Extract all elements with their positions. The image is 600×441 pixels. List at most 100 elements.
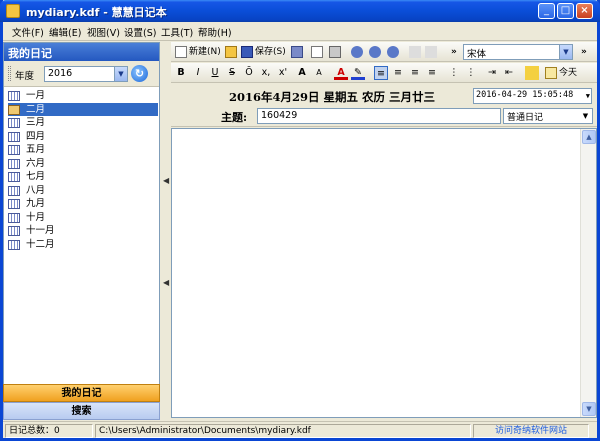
- toolbar-overflow[interactable]: »: [451, 45, 457, 59]
- minimize-button[interactable]: _: [538, 3, 555, 19]
- open-button[interactable]: [225, 45, 239, 59]
- toolbar-grip[interactable]: [8, 66, 11, 81]
- file-path: C:\Users\Administrator\Documents\mydiary…: [95, 424, 471, 438]
- window-title: mydiary.kdf - 慧慧日记本: [26, 6, 167, 19]
- app-icon[interactable]: [6, 4, 20, 18]
- open-book-icon: [8, 104, 20, 115]
- refresh-icon[interactable]: ↻: [131, 65, 148, 82]
- font-select[interactable]: 宋体 ▼: [463, 44, 573, 60]
- print-button[interactable]: [329, 45, 343, 59]
- align-right-icon[interactable]: ≡: [408, 66, 422, 80]
- font-color-button[interactable]: A: [334, 66, 348, 80]
- calendar-icon: [8, 185, 20, 196]
- collapse-left-icon[interactable]: ◀: [163, 176, 169, 185]
- export-button[interactable]: [291, 45, 305, 59]
- diary-count: 日记总数：0: [5, 424, 93, 438]
- today-button[interactable]: 今天: [545, 66, 577, 80]
- save-button[interactable]: 保存(S): [241, 45, 286, 59]
- chevron-down-icon[interactable]: ▼: [586, 89, 590, 103]
- datetime-picker[interactable]: 2016-04-29 15:05:48 ▼: [473, 88, 592, 104]
- menu-tools[interactable]: 工具(T): [161, 25, 193, 39]
- align-left-icon[interactable]: ≡: [374, 66, 388, 80]
- justify-icon[interactable]: ≡: [425, 66, 439, 80]
- month-item[interactable]: 一月: [8, 89, 158, 103]
- menu-file[interactable]: 文件(F): [12, 25, 44, 39]
- pane-header: 我的日记: [4, 43, 159, 61]
- menu-view[interactable]: 视图(V): [87, 25, 120, 39]
- diary-navigation-pane: 我的日记 年度 2016 ▼ ↻ 一月 二月 三月 四月 五月 六月 七月 八月…: [3, 42, 160, 420]
- background-color-icon[interactable]: [525, 66, 539, 80]
- bold-button[interactable]: B: [174, 66, 188, 80]
- vertical-scrollbar[interactable]: ▲ ▼: [580, 129, 596, 417]
- copy-button[interactable]: [425, 45, 439, 59]
- print-preview-button[interactable]: [311, 45, 325, 59]
- numbered-list-icon[interactable]: ⋮: [464, 66, 478, 80]
- month-item-selected[interactable]: 二月: [8, 102, 158, 116]
- menu-help[interactable]: 帮助(H): [198, 25, 232, 39]
- year-bar: 年度 2016 ▼ ↻: [4, 61, 159, 87]
- collapse-left-icon[interactable]: ◀: [163, 278, 169, 287]
- overline-button[interactable]: Ō: [242, 66, 256, 80]
- copy-icon: [425, 45, 437, 58]
- chevron-down-icon[interactable]: ▼: [580, 109, 591, 123]
- find-next-button[interactable]: [387, 45, 401, 59]
- maximize-button[interactable]: □: [557, 3, 574, 19]
- cut-button[interactable]: [409, 45, 423, 59]
- superscript-button[interactable]: x': [276, 66, 290, 80]
- toolbar-overflow[interactable]: »: [581, 45, 587, 59]
- month-item[interactable]: 九月: [8, 197, 158, 211]
- month-item[interactable]: 十月: [8, 211, 158, 225]
- year-select[interactable]: 2016 ▼: [44, 66, 128, 82]
- month-list: 一月 二月 三月 四月 五月 六月 七月 八月 九月 十月 十一月 十二月: [8, 89, 158, 251]
- category-select[interactable]: 普通日记 ▼: [503, 108, 593, 124]
- year-label: 年度: [15, 71, 35, 82]
- chevron-down-icon[interactable]: ▼: [114, 67, 127, 81]
- menu-edit[interactable]: 编辑(E): [49, 25, 81, 39]
- website-link[interactable]: 访问奇纳软件网站: [473, 424, 589, 438]
- tab-search[interactable]: 搜索: [3, 402, 160, 420]
- highlight-icon[interactable]: ✎: [351, 66, 365, 80]
- binoculars-icon: [351, 45, 363, 58]
- month-item[interactable]: 三月: [8, 116, 158, 130]
- format-toolbar: B I U S Ō x, x' A A A ✎ ≡ ≡ ≡ ≡ ⋮ ⋮ ⇥ ⇤ …: [171, 63, 597, 83]
- underline-button[interactable]: U: [208, 66, 222, 80]
- month-item[interactable]: 四月: [8, 130, 158, 144]
- scroll-down-button[interactable]: ▼: [582, 402, 596, 416]
- close-button[interactable]: ×: [576, 3, 593, 19]
- subscript-button[interactable]: x,: [259, 66, 273, 80]
- italic-button[interactable]: I: [191, 66, 205, 80]
- scroll-up-button[interactable]: ▲: [582, 130, 596, 144]
- new-button[interactable]: 新建(N): [175, 45, 221, 59]
- bullet-list-icon[interactable]: ⋮: [447, 66, 461, 80]
- outdent-icon[interactable]: ⇤: [502, 66, 516, 80]
- replace-button[interactable]: [369, 45, 383, 59]
- month-item[interactable]: 五月: [8, 143, 158, 157]
- month-item[interactable]: 六月: [8, 157, 158, 171]
- subject-value: 160429: [261, 110, 298, 121]
- month-item[interactable]: 七月: [8, 170, 158, 184]
- status-bar: 日记总数：0 C:\Users\Administrator\Documents\…: [3, 421, 597, 438]
- shrink-font-button[interactable]: A: [312, 66, 326, 80]
- month-item[interactable]: 十一月: [8, 224, 158, 238]
- pane-splitter[interactable]: ◀ ◀: [161, 42, 170, 420]
- grow-font-button[interactable]: A: [295, 66, 309, 80]
- strikethrough-button[interactable]: S: [225, 66, 239, 80]
- month-item[interactable]: 八月: [8, 184, 158, 198]
- chevron-down-icon[interactable]: ▼: [559, 45, 572, 59]
- indent-icon[interactable]: ⇥: [485, 66, 499, 80]
- diary-editor[interactable]: ▲ ▼: [171, 128, 597, 418]
- save-icon: [241, 45, 253, 58]
- entry-date: 2016年4月29日 星期五 农历 三月廿三: [229, 90, 436, 104]
- align-center-icon[interactable]: ≡: [391, 66, 405, 80]
- entry-header: 2016年4月29日 星期五 农历 三月廿三 2016-04-29 15:05:…: [171, 85, 597, 127]
- calendar-icon: [8, 172, 20, 182]
- find-next-icon: [387, 45, 399, 58]
- tab-my-diary[interactable]: 我的日记: [3, 384, 160, 402]
- month-item[interactable]: 十二月: [8, 238, 158, 252]
- title-bar[interactable]: mydiary.kdf - 慧慧日记本 _ □ ×: [0, 0, 600, 22]
- category-value: 普通日记: [507, 113, 544, 123]
- subject-input[interactable]: 160429: [257, 108, 501, 124]
- find-button[interactable]: [351, 45, 365, 59]
- year-value: 2016: [48, 68, 73, 79]
- menu-settings[interactable]: 设置(S): [124, 25, 156, 39]
